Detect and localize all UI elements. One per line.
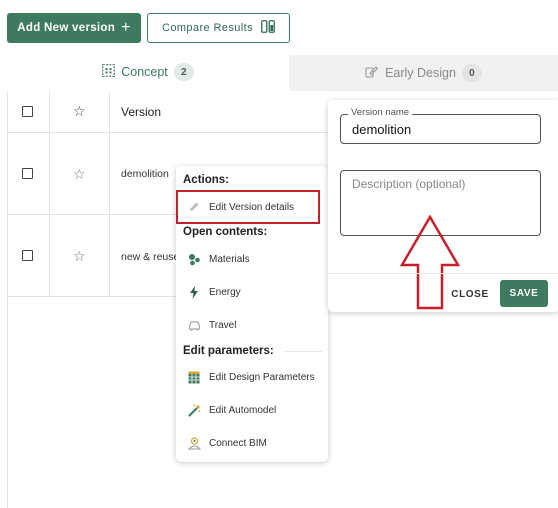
- tab-early-design-count: 0: [461, 64, 482, 82]
- spreadsheet-icon: [187, 370, 201, 384]
- sketch-icon: [365, 65, 379, 81]
- tab-concept-label: Concept: [121, 65, 168, 79]
- car-icon: [187, 318, 201, 332]
- menu-item-energy[interactable]: Energy: [187, 282, 241, 302]
- star-icon[interactable]: ☆: [73, 249, 86, 263]
- add-new-version-label: Add New version: [17, 22, 116, 34]
- compare-results-button[interactable]: Compare Results: [147, 13, 290, 43]
- menu-item-materials[interactable]: Materials: [187, 249, 250, 269]
- tab-concept-count: 2: [173, 63, 194, 81]
- menu-section-edit-parameters: Edit parameters:: [183, 345, 274, 357]
- menu-item-edit-design-parameters[interactable]: Edit Design Parameters: [187, 367, 315, 387]
- tab-concept[interactable]: Concept 2: [7, 55, 289, 91]
- tab-early-design-label: Early Design: [385, 66, 456, 80]
- menu-section-open-contents: Open contents:: [183, 226, 268, 238]
- plus-icon: +: [121, 19, 131, 36]
- annotation-highlight-box: [176, 190, 320, 224]
- menu-item-label: Travel: [209, 319, 237, 331]
- menu-item-connect-bim[interactable]: Connect BIM: [187, 433, 267, 453]
- menu-item-travel[interactable]: Travel: [187, 315, 236, 335]
- version-name-value[interactable]: demolition: [352, 122, 411, 137]
- compare-icon: [261, 20, 275, 36]
- grid-building-icon: [102, 64, 116, 80]
- version-column-header: Version: [121, 105, 162, 119]
- compare-results-label: Compare Results: [162, 22, 253, 34]
- description-placeholder: Description (optional): [352, 177, 466, 191]
- menu-divider: [284, 351, 322, 352]
- lightning-icon: [187, 285, 201, 299]
- column-divider: [109, 91, 110, 296]
- star-icon[interactable]: ☆: [73, 167, 86, 181]
- menu-section-actions: Actions:: [183, 174, 229, 186]
- column-divider: [49, 91, 50, 296]
- magic-wand-icon: [187, 403, 201, 417]
- close-button[interactable]: CLOSE: [448, 283, 492, 305]
- menu-item-label: Edit Design Parameters: [209, 371, 315, 383]
- row-checkbox[interactable]: [22, 168, 33, 179]
- save-button[interactable]: SAVE: [500, 280, 548, 307]
- dialog-divider: [328, 273, 558, 274]
- add-new-version-button[interactable]: Add New version +: [7, 13, 141, 43]
- version-name-cell[interactable]: new & reuse: [121, 251, 176, 263]
- star-header-icon[interactable]: ☆: [73, 104, 86, 118]
- menu-item-edit-automodel[interactable]: Edit Automodel: [187, 400, 276, 420]
- row-checkbox[interactable]: [22, 250, 33, 261]
- menu-item-label: Materials: [209, 253, 250, 265]
- bim-icon: [187, 436, 201, 450]
- menu-item-label: Edit Automodel: [209, 404, 277, 416]
- version-name-label: Version name: [348, 107, 413, 118]
- materials-icon: [187, 252, 201, 266]
- menu-item-label: Connect BIM: [209, 437, 267, 449]
- tab-early-design[interactable]: Early Design 0: [289, 55, 558, 91]
- version-name-cell[interactable]: demolition: [121, 168, 175, 180]
- menu-item-label: Energy: [209, 286, 241, 298]
- select-all-checkbox[interactable]: [22, 106, 33, 117]
